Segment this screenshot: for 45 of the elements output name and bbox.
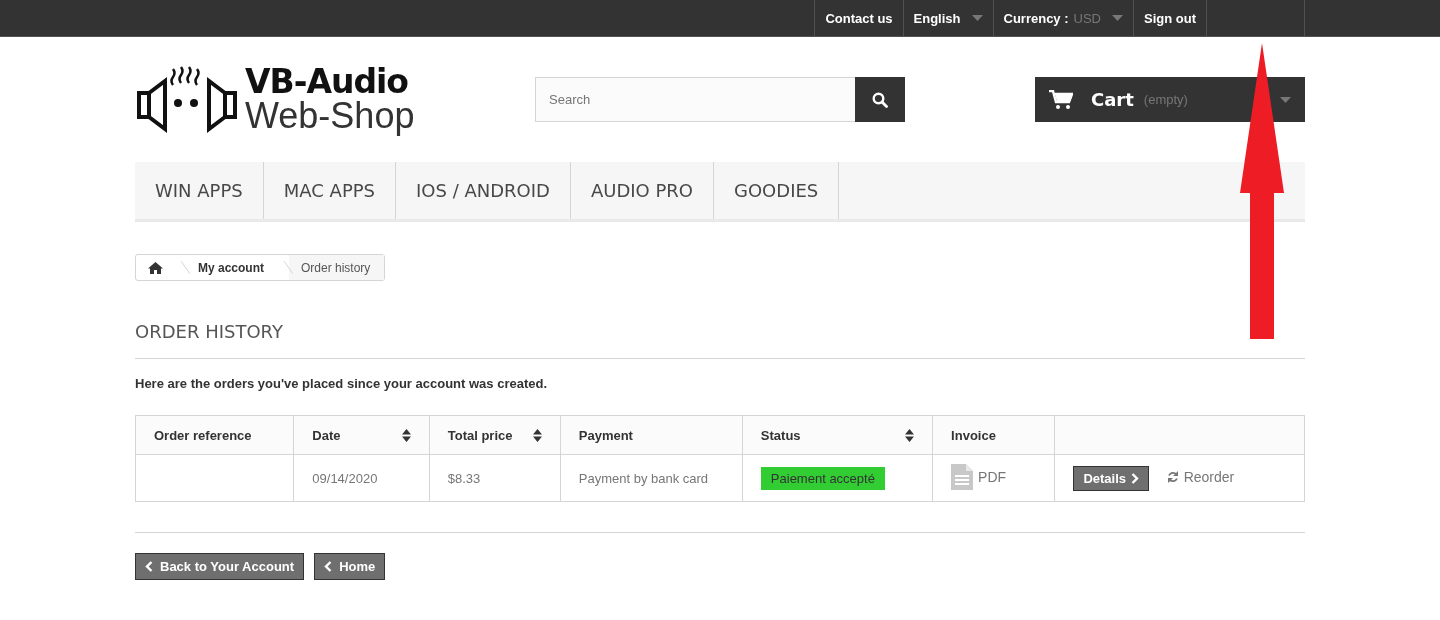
column-header: Payment [560,415,743,455]
chevron-left-icon [324,561,333,572]
intro-text: Here are the orders you've placed since your account was created. [135,376,549,391]
column-header[interactable]: Total price [429,415,561,455]
caret-icon [1112,15,1123,21]
reorder-link[interactable]: Reorder [1166,468,1235,485]
back-button[interactable]: Back to Your Account [135,553,305,580]
caret-icon [1280,96,1291,103]
column-header: Order reference [135,415,294,455]
search-button[interactable] [855,77,905,122]
sort-icon [532,428,542,442]
chevron-right-icon [1131,472,1140,484]
search-field[interactable]: Search [535,77,855,122]
top-bar-link[interactable]: Currency : USD [992,0,1133,36]
cart-icon [1049,89,1073,110]
top-bar-link[interactable]: Sign out [1133,0,1207,36]
column-header: Invoice [932,415,1055,455]
breadcrumb-item[interactable]: My account [186,260,278,275]
status-label: Paiement accepté [760,466,885,490]
table-cell: 09/14/2020 [293,454,430,502]
back-button[interactable]: Home [314,553,386,580]
menu-item[interactable]: AUDIO PRO [570,162,714,219]
search-icon [872,91,888,108]
details-button[interactable]: Details [1073,465,1150,491]
menu-item[interactable]: WIN APPS [135,162,264,219]
chevron-left-icon [145,561,153,572]
caret-icon [971,15,983,21]
speaker-logo-icon [135,64,239,135]
menu-item[interactable]: MAC APPS [263,162,396,219]
logo-title: VB-Audio [245,65,410,98]
table-cell: $8.33 [429,454,561,502]
sort-icon [905,428,915,442]
breadcrumb-item[interactable]: Order history [289,255,385,280]
top-bar-link[interactable]: English [902,0,993,36]
menu-item[interactable]: IOS / ANDROID [396,162,571,219]
logo-subtitle: Web-Shop [245,98,415,134]
column-header[interactable]: Status [742,415,933,455]
sort-icon [401,428,411,442]
refresh-icon [1166,470,1179,483]
top-bar-link[interactable]: Contact us [814,0,903,36]
menu-item[interactable]: GOODIES [714,162,840,219]
cart-button[interactable]: Cart (empty) [1035,77,1305,122]
table-cell: Payment by bank card [560,454,743,502]
column-header[interactable]: Date [293,415,430,455]
document-icon [951,463,974,490]
